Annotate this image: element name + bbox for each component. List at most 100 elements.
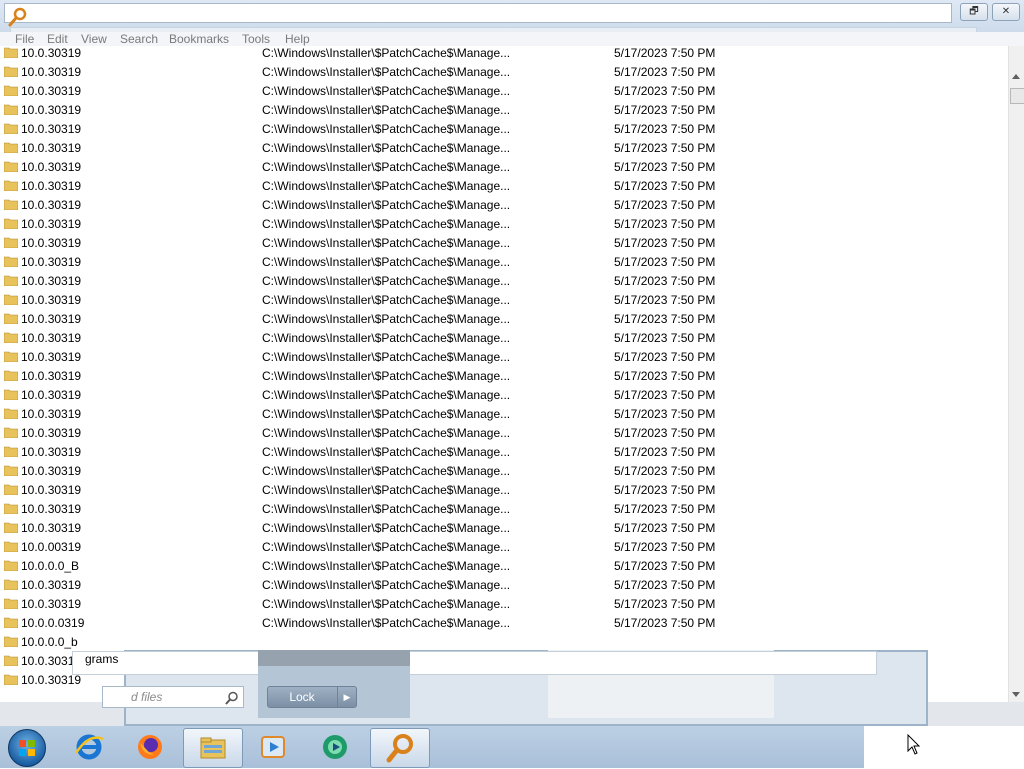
start-button[interactable]: [8, 729, 46, 767]
lock-dropdown-arrow-icon[interactable]: ▶: [337, 687, 356, 707]
table-row[interactable]: 10.0.30319 C:\Windows\Installer\$PatchCac…: [0, 120, 1008, 139]
cell-date: 5/17/2023 7:50 PM: [614, 521, 716, 535]
cell-path: C:\Windows\Installer\$PatchCache$\Manage…: [262, 426, 511, 440]
table-row[interactable]: 10.0.30319 C:\Windows\Installer\$PatchCac…: [0, 291, 1008, 310]
menu-view[interactable]: View: [81, 32, 107, 46]
table-row[interactable]: 10.0.0.0_B C:\Windows\Installer\$PatchCac…: [0, 557, 1008, 576]
cell-name: 10.0.30319: [21, 407, 82, 421]
cell-name: 10.0.30319: [21, 255, 82, 269]
taskbar-file-explorer[interactable]: [183, 728, 243, 768]
cell-path: C:\Windows\Installer\$PatchCache$\Manage…: [262, 369, 511, 383]
folder-icon: [4, 142, 18, 153]
title-search-field[interactable]: [4, 3, 952, 23]
cell-name: 10.0.30319: [21, 369, 82, 383]
cell-path: C:\Windows\Installer\$PatchCache$\Manage…: [262, 274, 511, 288]
notification-area: [864, 726, 1024, 768]
panel-breadcrumb-label: grams: [85, 652, 119, 666]
scroll-down-arrow-icon[interactable]: [1012, 692, 1020, 697]
table-row[interactable]: 10.0.30319 C:\Windows\Installer\$PatchCac…: [0, 576, 1008, 595]
cell-date: 5/17/2023 7:50 PM: [614, 597, 716, 611]
lock-button[interactable]: Lock ▶: [267, 686, 357, 708]
folder-icon: [4, 636, 18, 647]
taskbar-internet-explorer[interactable]: [60, 728, 118, 766]
taskbar-media-player[interactable]: [244, 728, 302, 766]
folder-icon: [4, 503, 18, 514]
table-row[interactable]: 10.0.30319 C:\Windows\Installer\$PatchCac…: [0, 386, 1008, 405]
cell-path: C:\Windows\Installer\$PatchCache$\Manage…: [262, 236, 511, 250]
cell-path: C:\Windows\Installer\$PatchCache$\Manage…: [262, 559, 511, 573]
folder-icon: [4, 256, 18, 267]
table-row[interactable]: 10.0.30319 C:\Windows\Installer\$PatchCac…: [0, 500, 1008, 519]
table-row[interactable]: 10.0.30319 C:\Windows\Installer\$PatchCac…: [0, 158, 1008, 177]
cell-date: 5/17/2023 7:50 PM: [614, 141, 716, 155]
taskbar-search-app[interactable]: [370, 728, 430, 768]
cell-path: C:\Windows\Installer\$PatchCache$\Manage…: [262, 141, 511, 155]
table-row[interactable]: 10.0.30319 C:\Windows\Installer\$PatchCac…: [0, 253, 1008, 272]
table-row[interactable]: 10.0.30319 C:\Windows\Installer\$PatchCac…: [0, 63, 1008, 82]
folder-icon: [4, 446, 18, 457]
taskbar-media-center[interactable]: [306, 728, 364, 766]
menu-help[interactable]: Help: [285, 32, 310, 46]
folder-icon: [4, 294, 18, 305]
cell-date: 5/17/2023 7:50 PM: [614, 198, 716, 212]
table-row[interactable]: 10.0.30319 C:\Windows\Installer\$PatchCac…: [0, 310, 1008, 329]
mouse-cursor-icon: [907, 734, 921, 755]
cell-path: C:\Windows\Installer\$PatchCache$\Manage…: [262, 179, 511, 193]
search-icon[interactable]: [225, 691, 239, 705]
cell-date: 5/17/2023 7:50 PM: [614, 407, 716, 421]
scroll-thumb[interactable]: [1010, 88, 1024, 104]
table-row[interactable]: 10.0.30319 C:\Windows\Installer\$PatchCac…: [0, 139, 1008, 158]
cell-date: 5/17/2023 7:50 PM: [614, 122, 716, 136]
table-row[interactable]: 10.0.30319 C:\Windows\Installer\$PatchCac…: [0, 234, 1008, 253]
table-row[interactable]: 10.0.30319 C:\Windows\Installer\$PatchCac…: [0, 519, 1008, 538]
results-list[interactable]: 10.0.30319 C:\Windows\Installer\$PatchCac…: [0, 46, 1008, 702]
folder-icon: [4, 408, 18, 419]
table-row[interactable]: 10.0.30319 C:\Windows\Installer\$PatchCac…: [0, 367, 1008, 386]
close-button[interactable]: ✕: [992, 3, 1020, 21]
find-files-placeholder: d files: [131, 690, 163, 704]
table-row[interactable]: 10.0.30319 C:\Windows\Installer\$PatchCac…: [0, 405, 1008, 424]
find-files-input[interactable]: d files: [102, 686, 244, 708]
folder-icon: [4, 579, 18, 590]
table-row[interactable]: 10.0.30319 C:\Windows\Installer\$PatchCac…: [0, 177, 1008, 196]
cell-date: 5/17/2023 7:50 PM: [614, 464, 716, 478]
scroll-up-arrow-icon[interactable]: [1012, 74, 1020, 79]
cell-name: 10.0.0.0_B: [21, 559, 80, 573]
table-row[interactable]: 10.0.0.0319 C:\Windows\Installer\$PatchCa…: [0, 614, 1008, 633]
table-row[interactable]: 10.0.00319 C:\Windows\Installer\$PatchCac…: [0, 538, 1008, 557]
table-row[interactable]: 10.0.30319 C:\Windows\Installer\$PatchCac…: [0, 462, 1008, 481]
vertical-scrollbar[interactable]: [1008, 46, 1024, 702]
media-player-icon: [261, 736, 285, 758]
cell-name: 10.0.30319: [21, 578, 82, 592]
folder-icon: [4, 104, 18, 115]
restore-button[interactable]: 🗗: [960, 3, 988, 21]
table-row[interactable]: 10.0.30319 C:\Windows\Installer\$PatchCac…: [0, 82, 1008, 101]
menu-file[interactable]: File: [15, 32, 34, 46]
table-row[interactable]: 10.0.30319 C:\Windows\Installer\$PatchCac…: [0, 196, 1008, 215]
cell-path: C:\Windows\Installer\$PatchCache$\Manage…: [262, 198, 511, 212]
taskbar-firefox[interactable]: [121, 728, 179, 766]
cell-path: C:\Windows\Installer\$PatchCache$\Manage…: [262, 350, 511, 364]
table-row[interactable]: 10.0.30319 C:\Windows\Installer\$PatchCac…: [0, 443, 1008, 462]
folder-icon: [4, 484, 18, 495]
table-row[interactable]: 10.0.30319 C:\Windows\Installer\$PatchCac…: [0, 595, 1008, 614]
table-row[interactable]: 10.0.30319 C:\Windows\Installer\$PatchCac…: [0, 481, 1008, 500]
table-row[interactable]: 10.0.30319 C:\Windows\Installer\$PatchCac…: [0, 272, 1008, 291]
cell-date: 5/17/2023 7:50 PM: [614, 65, 716, 79]
menu-edit[interactable]: Edit: [47, 32, 68, 46]
table-row[interactable]: 10.0.30319 C:\Windows\Installer\$PatchCac…: [0, 424, 1008, 443]
menu-search[interactable]: Search: [120, 32, 158, 46]
folder-icon: [4, 332, 18, 343]
cell-name: 10.0.30319: [21, 160, 82, 174]
menu-bookmarks[interactable]: Bookmarks: [169, 32, 229, 46]
menu-tools[interactable]: Tools: [242, 32, 270, 46]
table-row[interactable]: 10.0.30319 C:\Windows\Installer\$PatchCac…: [0, 348, 1008, 367]
cell-date: 5/17/2023 7:50 PM: [614, 445, 716, 459]
table-row[interactable]: 10.0.30319 C:\Windows\Installer\$PatchCac…: [0, 46, 1008, 63]
table-row[interactable]: 10.0.30319 C:\Windows\Installer\$PatchCac…: [0, 101, 1008, 120]
cell-date: 5/17/2023 7:50 PM: [614, 540, 716, 554]
folder-icon: [4, 655, 18, 666]
table-row[interactable]: 10.0.30319 C:\Windows\Installer\$PatchCac…: [0, 215, 1008, 234]
cell-name: 10.0.30319: [21, 65, 82, 79]
table-row[interactable]: 10.0.30319 C:\Windows\Installer\$PatchCac…: [0, 329, 1008, 348]
